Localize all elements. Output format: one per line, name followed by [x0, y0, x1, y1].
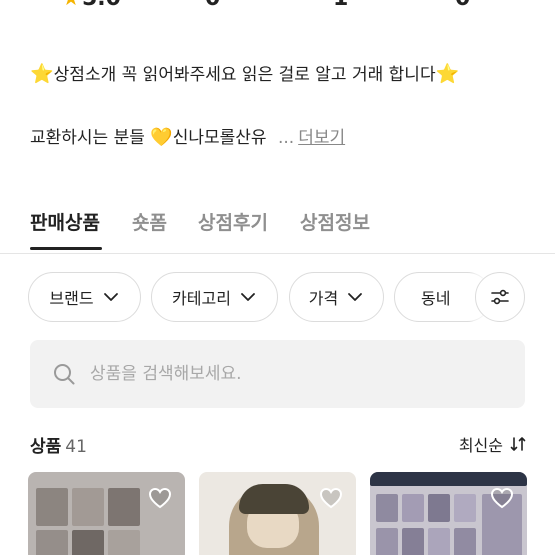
tab-shop-info[interactable]: 상점정보 [300, 208, 370, 235]
photo-tile [402, 494, 424, 522]
product-card[interactable] [199, 472, 356, 555]
filter-bar: 브랜드 카테고리 가격 동네 [28, 272, 555, 322]
tab-selling[interactable]: 판매상품 [30, 208, 100, 235]
heart-outline-icon[interactable] [147, 486, 173, 510]
filter-category-label: 카테고리 [172, 289, 231, 308]
active-tab-indicator [30, 247, 102, 250]
sort-label: 최신순 [458, 436, 503, 455]
photo-tile [454, 494, 476, 522]
shop-tabs: 판매상품 숏폼 상점후기 상점정보 [30, 208, 530, 254]
star-emoji-icon: ⭐ [435, 63, 460, 85]
photo-tile [36, 488, 68, 526]
stat-value-2: 0 [205, 0, 220, 11]
photo-tile [72, 530, 104, 555]
chevron-down-icon [348, 293, 363, 301]
star-emoji-icon: ⭐ [30, 63, 54, 85]
shop-intro-text: 상점소개 꼭 읽어봐주세요 읽은 걸로 알고 거래 합니다 [53, 65, 436, 85]
product-search-box[interactable] [30, 340, 525, 408]
photo-tile [108, 488, 140, 526]
heart-outline-icon[interactable] [318, 486, 344, 510]
sort-button[interactable]: 최신순 [459, 432, 527, 456]
rating-stat: ★5.0 [62, 0, 121, 11]
description-highlight: 신나모롤산유 [172, 128, 267, 148]
description-text: 교환하시는 분들 [30, 128, 145, 148]
photo-tile [454, 528, 476, 555]
filter-brand-label: 브랜드 [49, 289, 94, 308]
product-card[interactable] [28, 472, 185, 555]
shop-intro: ⭐상점소개 꼭 읽어봐주세요 읽은 걸로 알고 거래 합니다⭐ [30, 60, 459, 85]
rating-value: 5.0 [82, 0, 121, 11]
heart-outline-icon[interactable] [489, 486, 515, 510]
photo-tile [428, 494, 450, 522]
product-grid [28, 472, 527, 555]
stat-value-4: 0 [455, 0, 470, 11]
banner-strip [370, 472, 527, 486]
tabs-divider [0, 253, 555, 254]
products-count: 41 [65, 437, 87, 457]
search-icon [54, 364, 75, 385]
stat-value-3: 1 [333, 0, 348, 11]
photo-tile [108, 530, 140, 555]
star-icon: ★ [62, 0, 80, 10]
product-list-header: 상품 41 최신순 [30, 432, 527, 457]
shop-stats: ★5.0 0 1 0 [0, 0, 555, 14]
yellow-heart-icon: 💛 [150, 127, 173, 148]
filter-settings-button[interactable] [475, 272, 525, 322]
more-link[interactable]: 더보기 [298, 128, 345, 148]
chevron-down-icon [103, 293, 118, 301]
filter-neighborhood-label: 동네 [421, 289, 451, 308]
sliders-icon [491, 289, 509, 305]
filter-category[interactable]: 카테고리 [151, 272, 278, 322]
filter-brand[interactable]: 브랜드 [28, 272, 141, 322]
photo-tile [36, 530, 68, 555]
tab-shortform[interactable]: 숏폼 [132, 208, 167, 235]
products-label: 상품 [30, 437, 62, 457]
product-card[interactable] [370, 472, 527, 555]
filter-price[interactable]: 가격 [289, 272, 384, 322]
photo-tile [376, 528, 398, 555]
sort-arrows-icon [510, 437, 526, 451]
photo-tile [376, 494, 398, 522]
filter-price-label: 가격 [308, 289, 339, 308]
product-list-title: 상품 41 [30, 432, 87, 457]
shop-description: 교환하시는 분들 💛신나모롤산유 ... 더보기 [30, 123, 345, 148]
description-ellipsis: ... [277, 128, 295, 148]
photo-tile [72, 488, 104, 526]
photo-tile [428, 528, 450, 555]
illustration-shape [239, 484, 309, 514]
product-search-input[interactable] [90, 364, 470, 384]
tab-reviews[interactable]: 상점후기 [198, 208, 268, 235]
photo-tile [402, 528, 424, 555]
chevron-down-icon [241, 293, 255, 301]
